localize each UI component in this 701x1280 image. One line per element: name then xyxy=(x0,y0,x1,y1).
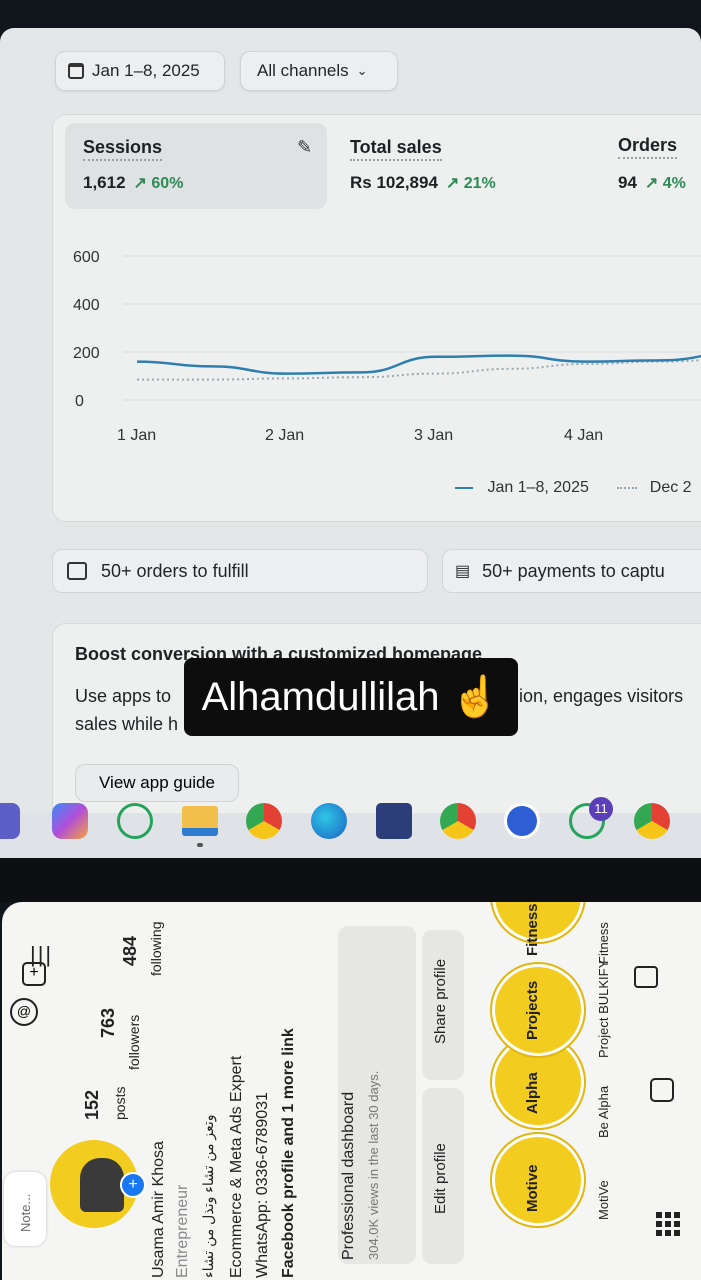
view-app-guide-button[interactable]: View app guide xyxy=(75,764,239,802)
overlay-text: Alhamdullilah ☝️ xyxy=(201,675,501,719)
legend-previous-label: Dec 2 xyxy=(649,479,692,496)
channels-label: All channels xyxy=(257,61,349,80)
file-explorer-icon[interactable] xyxy=(182,806,218,836)
payments-to-capture-label: 50+ payments to captu xyxy=(482,560,665,581)
add-post-icon[interactable]: + xyxy=(22,962,46,986)
analytics-card: Sessions ✎ 1,612 ↗ 60% Total sales Rs 102… xyxy=(52,114,701,522)
dashboard-title: Professional dashboard xyxy=(340,1091,357,1260)
boost-body-line2: sales while h xyxy=(75,714,179,734)
profile-links[interactable]: Facebook profile and 1 more link xyxy=(280,1028,298,1278)
metric-label-orders[interactable]: Orders xyxy=(618,135,678,159)
taskbar-icon-teams[interactable] xyxy=(0,803,20,839)
store-icon[interactable] xyxy=(376,803,412,839)
highlight-projects-label: Project BULKIFY xyxy=(596,959,611,1058)
bio-urdu: وتعز من تشاء وتذل من تشاء xyxy=(200,1114,216,1278)
calendar-icon xyxy=(68,63,84,79)
tagged-icon[interactable] xyxy=(634,966,658,988)
chart-legend: Jan 1–8, 2025 Dec 2 xyxy=(455,479,692,497)
threads-icon[interactable]: @ xyxy=(10,998,38,1026)
avatar-person xyxy=(80,1158,124,1212)
inbox-icon xyxy=(67,562,87,580)
payments-to-capture-button[interactable]: ▤ 50+ payments to captu xyxy=(442,549,701,593)
orders-to-fulfill-label: 50+ orders to fulfill xyxy=(101,560,249,581)
view-app-guide-label: View app guide xyxy=(99,773,215,792)
followers-count[interactable]: 763 xyxy=(98,1008,119,1038)
copilot-icon[interactable] xyxy=(52,803,88,839)
note-text: Note... xyxy=(18,1193,33,1232)
pencil-icon[interactable]: ✎ xyxy=(297,137,312,158)
add-story-icon[interactable]: + xyxy=(120,1172,146,1198)
sessions-metric[interactable] xyxy=(65,123,327,209)
highlight-fitness-label: Fitness xyxy=(596,922,611,964)
payment-icon: ▤ xyxy=(455,563,471,580)
boost-body-end: ion, engages visitors xyxy=(519,686,684,706)
metric-value-orders: 94 ↗ 4% xyxy=(618,173,686,192)
orders-to-fulfill-button[interactable]: 50+ orders to fulfill xyxy=(52,549,428,593)
followers-label: followers xyxy=(126,1014,142,1070)
edge-icon[interactable] xyxy=(311,803,347,839)
whatsapp-line: WhatsApp: 0336-6789031 xyxy=(254,1092,271,1278)
highlight-motive-title: Motive xyxy=(524,1164,541,1212)
posts-count[interactable]: 152 xyxy=(82,1090,103,1120)
posts-label: posts xyxy=(112,1086,128,1120)
x-tick-1-jan: 1 Jan xyxy=(117,427,157,444)
legend-current-label: Jan 1–8, 2025 xyxy=(487,479,589,496)
taskbar-active-dot xyxy=(197,843,203,847)
profile-category: Entrepreneur xyxy=(174,1184,191,1278)
metric-label-total-sales[interactable]: Total sales xyxy=(350,137,442,161)
channels-dropdown[interactable]: All channels ⌄ xyxy=(240,51,398,91)
highlight-projects-title: Projects xyxy=(524,980,541,1040)
boost-body-start: Use apps to xyxy=(75,686,172,706)
reels-icon[interactable] xyxy=(650,1078,674,1102)
monitor-bezel xyxy=(0,858,701,902)
highlight-alpha-label: Be Alpha xyxy=(596,1085,611,1138)
metric-value-sessions: 1,612 ↗ 60% xyxy=(83,173,184,192)
phone-screen: ||| + @ 484 following 763 followers 152 … xyxy=(2,902,701,1280)
date-range-label: Jan 1–8, 2025 xyxy=(92,61,200,80)
metric-label-sessions: Sessions xyxy=(83,137,163,161)
notification-badge: 11 xyxy=(589,797,613,821)
profile-name: Usama Amir Khosa xyxy=(150,1141,167,1278)
bio-line: Ecommerce & Meta Ads Expert xyxy=(228,1055,245,1278)
x-tick-3-jan: 3 Jan xyxy=(414,427,454,444)
chevron-down-icon: ⌄ xyxy=(356,63,368,78)
share-profile-label: Share profile xyxy=(432,958,449,1044)
highlight-motive-label: MotiVe xyxy=(596,1180,611,1220)
dashboard-subtitle: 304.0K views in the last 30 days. xyxy=(366,1070,381,1260)
x-tick-2-jan: 2 Jan xyxy=(265,427,305,444)
chrome-profile-icon[interactable] xyxy=(440,803,476,839)
browser-icon[interactable] xyxy=(504,803,540,839)
story-text-overlay: Alhamdullilah ☝️ xyxy=(184,658,518,736)
date-range-button[interactable]: Jan 1–8, 2025 xyxy=(55,51,225,91)
legend-solid-swatch xyxy=(455,486,473,489)
highlight-fitness-title: Fitness xyxy=(524,903,541,956)
grid-icon[interactable] xyxy=(656,1212,680,1236)
chrome-icon[interactable] xyxy=(246,803,282,839)
chrome-icon-2[interactable] xyxy=(634,803,670,839)
metric-value-total-sales: Rs 102,894 ↗ 21% xyxy=(350,173,496,192)
x-tick-4-jan: 4 Jan xyxy=(564,427,604,444)
current-period-line xyxy=(136,354,701,375)
following-label: following xyxy=(148,921,164,976)
whatsapp-icon[interactable] xyxy=(117,803,153,839)
edit-profile-label: Edit profile xyxy=(432,1143,449,1214)
legend-dotted-swatch xyxy=(617,486,638,489)
sessions-line-chart xyxy=(123,255,701,401)
highlight-alpha-title: Alpha xyxy=(524,1072,541,1114)
following-count[interactable]: 484 xyxy=(120,936,141,966)
